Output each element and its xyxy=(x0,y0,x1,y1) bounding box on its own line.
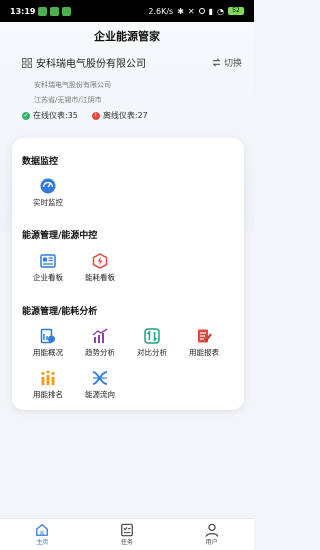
company-row: 安科瑞电气股份有限公司 切换 xyxy=(22,55,242,70)
tile-energy-overview[interactable]: 用能概况 xyxy=(24,328,72,358)
meter-status: ✓ 在线仪表:35 ! 离线仪表:27 xyxy=(22,110,148,121)
wifi-icon: ◔ xyxy=(217,6,224,16)
function-card: 数据监控 实时监控 能源管理/能源中控 企业看板 能耗看板 能源管理/能耗分析 xyxy=(12,138,244,410)
offline-meters: ! 离线仪表:27 xyxy=(91,110,148,121)
status-time: 13:19 xyxy=(10,6,36,16)
tile-label: 用能概况 xyxy=(33,348,63,357)
tile-label: 用能报表 xyxy=(189,348,219,357)
switch-label: 切换 xyxy=(223,59,242,69)
switch-icon xyxy=(212,58,221,67)
bluetooth-icon: ✱ xyxy=(177,6,184,16)
tile-label: 能源流向 xyxy=(85,390,115,399)
switch-button[interactable]: 切换 xyxy=(212,56,242,69)
tile-energy-dashboard[interactable]: 能耗看板 xyxy=(76,253,124,283)
tile-energy-report[interactable]: 用能报表 xyxy=(180,328,228,358)
section-title-monitoring: 数据监控 xyxy=(22,157,59,167)
status-bar: 13:19 2.6K/s ✱ ✕ ▮ ◔ 52 xyxy=(0,0,254,22)
tile-compare-analysis[interactable]: 对比分析 xyxy=(128,328,176,358)
warning-icon: ! xyxy=(91,111,100,120)
tab-home[interactable]: 主页 xyxy=(0,519,85,550)
message-icon xyxy=(62,6,72,16)
company-name[interactable]: 安科瑞电气股份有限公司 xyxy=(36,55,146,70)
dashboard-icon xyxy=(40,254,56,268)
alarm-icon xyxy=(198,8,205,14)
company-address: 江苏省/无锡市/江阴市 xyxy=(34,96,102,104)
energy-icon xyxy=(92,253,108,269)
tab-label: 主页 xyxy=(36,539,49,546)
page-title: 企业能源管家 xyxy=(94,30,160,43)
tile-trend-analysis[interactable]: 趋势分析 xyxy=(76,328,124,358)
tab-user[interactable]: 用户 xyxy=(169,519,254,550)
overview-icon xyxy=(40,328,55,344)
grid-icon xyxy=(22,57,32,68)
section-title-energy-control: 能源管理/能源中控 xyxy=(22,231,98,241)
tile-enterprise-dashboard[interactable]: 企业看板 xyxy=(24,253,72,283)
online-meters-label: 在线仪表:35 xyxy=(33,111,78,120)
home-icon xyxy=(36,523,49,536)
tab-label: 任务 xyxy=(121,539,134,546)
network-speed: 2.6K/s xyxy=(148,6,174,16)
tile-label: 能耗看板 xyxy=(85,273,115,282)
compare-icon xyxy=(144,328,160,344)
task-icon xyxy=(121,523,133,537)
tile-label: 趋势分析 xyxy=(85,348,115,357)
tile-label: 企业看板 xyxy=(33,273,63,282)
app-notification-icon xyxy=(50,6,60,16)
monitor-icon xyxy=(40,178,56,194)
section-title-energy-analysis: 能源管理/能耗分析 xyxy=(22,307,98,317)
tile-energy-ranking[interactable]: 用能排名 xyxy=(24,370,72,400)
check-icon: ✓ xyxy=(22,111,30,120)
tile-label: 用能排名 xyxy=(33,390,63,399)
signal-icon: ▮ xyxy=(208,6,214,16)
flow-icon xyxy=(92,371,108,385)
tile-label: 实时监控 xyxy=(33,198,63,207)
tile-realtime-monitor[interactable]: 实时监控 xyxy=(24,178,72,208)
tab-label: 用户 xyxy=(205,539,218,546)
tile-label: 对比分析 xyxy=(137,348,167,357)
report-icon xyxy=(198,329,212,343)
company-full-name: 安科瑞电气股份有限公司 xyxy=(34,81,111,89)
online-meters: ✓ 在线仪表:35 xyxy=(22,110,78,121)
ranking-icon xyxy=(41,370,55,385)
tile-energy-flow[interactable]: 能源流向 xyxy=(76,370,124,400)
mute-icon: ✕ xyxy=(187,6,195,16)
offline-meters-label: 离线仪表:27 xyxy=(102,111,148,120)
tab-task[interactable]: 任务 xyxy=(85,519,170,550)
user-icon xyxy=(205,523,218,537)
trend-icon xyxy=(92,328,108,343)
bottom-tab-bar: 主页 任务 用户 xyxy=(0,518,254,550)
battery-icon: 52 xyxy=(228,7,244,15)
notification-icon xyxy=(38,6,48,16)
